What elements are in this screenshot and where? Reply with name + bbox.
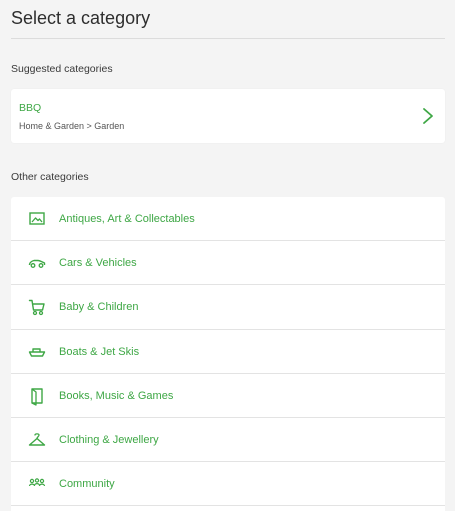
category-item-label: Books, Music & Games <box>59 389 174 402</box>
chevron-right-icon <box>423 108 433 124</box>
category-item-cars[interactable]: Cars & Vehicles <box>11 241 445 286</box>
category-item-label: Boats & Jet Skis <box>59 345 140 358</box>
boat-icon <box>28 347 46 357</box>
hanger-icon <box>28 433 46 446</box>
category-item-antiques[interactable]: Antiques, Art & Collectables <box>11 197 445 242</box>
other-categories-heading: Other categories <box>11 171 89 183</box>
category-item-baby[interactable]: Baby & Children <box>11 285 445 330</box>
people-icon <box>28 478 46 487</box>
category-picker-page: Select a category Suggested categories B… <box>0 0 455 511</box>
car-icon <box>28 259 46 269</box>
suggested-category-path: Home & Garden > Garden <box>19 121 125 131</box>
book-icon <box>31 388 43 406</box>
category-item-boats[interactable]: Boats & Jet Skis <box>11 330 445 374</box>
category-item-label: Cars & Vehicles <box>59 257 137 270</box>
picture-frame-icon <box>29 212 45 225</box>
category-item-books[interactable]: Books, Music & Games <box>11 374 445 418</box>
suggested-category-name: BBQ <box>19 102 42 114</box>
category-item-label: Antiques, Art & Collectables <box>59 213 195 225</box>
suggested-category-bbq[interactable]: BBQ Home & Garden > Garden <box>11 89 445 143</box>
title-divider <box>11 38 445 39</box>
category-item-label: Baby & Children <box>59 301 139 314</box>
suggested-categories-heading: Suggested categories <box>11 63 113 75</box>
category-list: Antiques, Art & Collectables Cars & Vehi… <box>11 197 445 511</box>
category-item-label: Clothing & Jewellery <box>59 433 159 446</box>
stroller-icon <box>28 300 45 316</box>
page-title: Select a category <box>11 8 151 28</box>
category-item-community[interactable]: Community <box>11 462 445 507</box>
category-item-label: Community <box>59 478 115 491</box>
category-item-clothing[interactable]: Clothing & Jewellery <box>11 418 445 463</box>
